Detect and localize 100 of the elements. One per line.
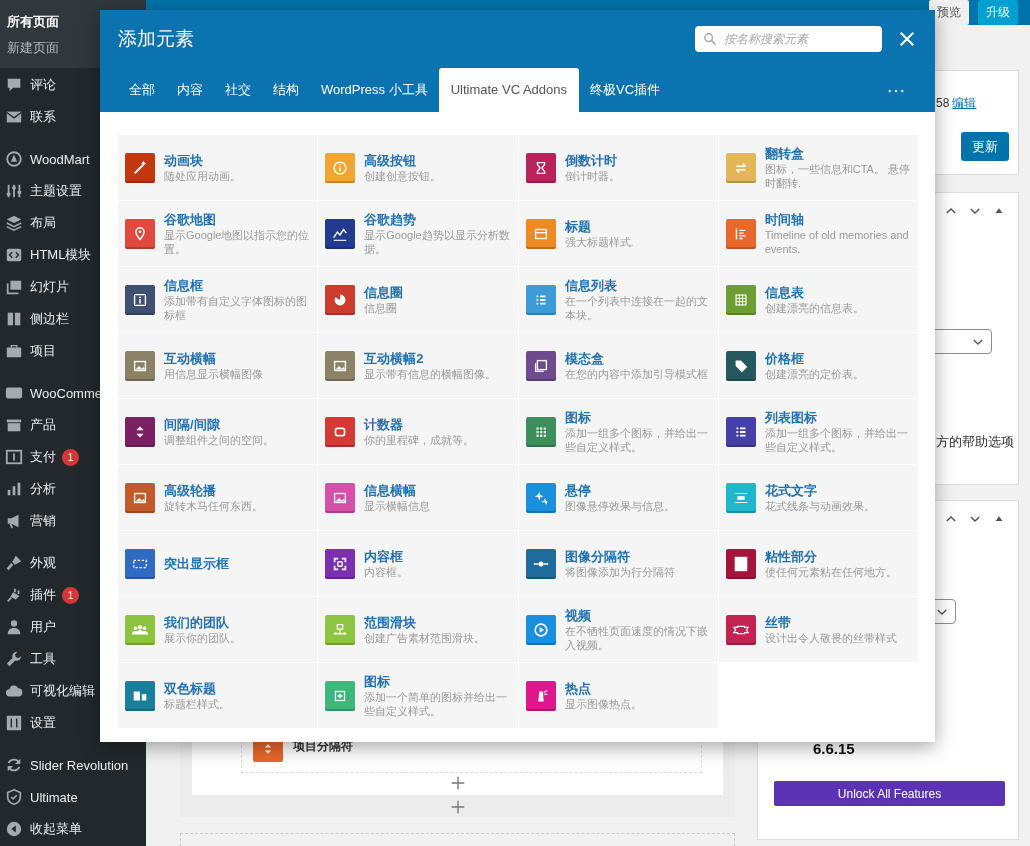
element-tile[interactable]: 谷歌地图 显示Google地图以指示您的位置。 xyxy=(118,201,318,266)
menu-item[interactable]: 侧边栏 xyxy=(30,310,69,328)
element-description: 显示Google地图以指示您的位置。 xyxy=(164,228,311,256)
code-icon[interactable] xyxy=(5,246,23,264)
tab[interactable]: 结构 xyxy=(262,68,310,112)
element-tile[interactable]: 倒数计时 倒计时器。 xyxy=(518,135,718,200)
version-number: 6.6.15 xyxy=(812,739,856,759)
menu-item[interactable]: 外观 xyxy=(30,554,56,572)
plus-icon[interactable] xyxy=(450,800,465,814)
menu-item[interactable]: 项目 xyxy=(30,342,56,360)
menu-item[interactable]: 用户 xyxy=(30,618,56,636)
layers-icon[interactable] xyxy=(5,214,23,232)
bill-icon[interactable] xyxy=(5,448,23,466)
tab[interactable]: 社交 xyxy=(214,68,262,112)
menu-item[interactable]: 幻灯片 xyxy=(30,278,69,296)
upgrade-button[interactable]: 升级 xyxy=(978,0,1018,25)
menu-item[interactable]: 产品 xyxy=(30,416,56,434)
collapse-icon[interactable] xyxy=(5,820,23,838)
element-tile[interactable]: 价格框 创建漂亮的定价表。 xyxy=(718,333,918,398)
shield-icon[interactable] xyxy=(5,788,23,806)
gallery-icon[interactable] xyxy=(5,278,23,296)
count-badge: 1 xyxy=(62,448,79,466)
menu-item[interactable]: 支付 xyxy=(30,448,56,466)
menu-item[interactable]: 布局 xyxy=(30,214,56,232)
element-tile[interactable]: 信息表 创建漂亮的信息表。 xyxy=(718,267,918,332)
element-tile[interactable]: 信息横幅 显示横幅信息 xyxy=(318,465,518,530)
element-tile[interactable]: 信息圈 信息圈 xyxy=(318,267,518,332)
brush-icon[interactable] xyxy=(5,554,23,572)
preview-button[interactable]: 预览 xyxy=(929,0,969,25)
update-button[interactable]: 更新 xyxy=(961,132,1009,161)
person-icon[interactable] xyxy=(5,618,23,636)
menu-item[interactable]: 评论 xyxy=(30,76,56,94)
menu-item[interactable]: 插件 xyxy=(30,586,56,604)
menu-item[interactable]: Ultimate xyxy=(30,789,78,805)
element-tile[interactable]: 互动横幅 用信息显示横幅图像 xyxy=(118,333,318,398)
element-tile[interactable]: 悬停 图像悬停效果与信息。 xyxy=(518,465,718,530)
menu-item[interactable]: WooComme xyxy=(30,385,102,401)
refresh-icon[interactable] xyxy=(5,756,23,774)
element-tile[interactable]: 信息列表 在一个列表中连接在一起的文本块。 xyxy=(518,267,718,332)
element-tile[interactable]: 翻转盒 图标，一些信息和CTA。 悬停时翻转. xyxy=(718,135,918,200)
element-title: 热点 xyxy=(564,680,592,697)
element-tile[interactable]: 谷歌趋势 显示Google趋势以显示分析数据。 xyxy=(318,201,518,266)
menu-item[interactable]: WoodMart xyxy=(30,151,90,167)
menu-item[interactable]: 分析 xyxy=(30,480,56,498)
element-tile[interactable]: 粘性部分 使任何元素粘在任何地方。 xyxy=(718,531,918,596)
more-icon[interactable] xyxy=(887,88,905,94)
element-tile[interactable]: 图像分隔符 将图像添加为行分隔符 xyxy=(518,531,718,596)
plus-icon[interactable] xyxy=(450,776,465,790)
menu-item[interactable]: 收起菜单 xyxy=(30,820,82,838)
close-icon[interactable] xyxy=(898,30,916,48)
unlock-button[interactable]: Unlock All Features xyxy=(774,781,1005,806)
element-title: 动画块 xyxy=(164,152,204,169)
element-tile[interactable]: 热点 显示图像热点。 xyxy=(518,663,718,728)
element-tile[interactable]: 图标 添加一个简单的图标并给出一些自定义样式。 xyxy=(318,663,518,728)
element-description: 显示带有信息的横幅图像。 xyxy=(364,367,497,381)
element-tile[interactable]: 范围滑块 创建广告素材范围滑块。 xyxy=(318,597,518,662)
menu-item[interactable]: 工具 xyxy=(30,650,56,668)
triangle-circle-icon[interactable] xyxy=(5,150,23,168)
element-tile[interactable]: 突出显示框 xyxy=(118,531,318,596)
columns-icon[interactable] xyxy=(5,310,23,328)
bar-chart-icon[interactable] xyxy=(5,480,23,498)
element-tile[interactable]: 时间轴 Timeline of old memories and events. xyxy=(718,201,918,266)
element-tile[interactable]: 花式文字 花式线条与动画效果。 xyxy=(718,465,918,530)
tab[interactable]: 全部 xyxy=(118,68,166,112)
element-tile[interactable]: 我们的团队 展示你的团队。 xyxy=(118,597,318,662)
element-tile[interactable]: 信息框 添加带有自定义字体图标的图标框 xyxy=(118,267,318,332)
menu-item[interactable]: HTML模块 xyxy=(30,246,92,264)
wrench-icon[interactable] xyxy=(5,650,23,668)
menu-item[interactable]: Slider Revolution xyxy=(30,757,129,773)
menu-item[interactable]: 营销 xyxy=(30,512,56,530)
element-title: 图像分隔符 xyxy=(564,548,631,565)
element-tile[interactable]: 间隔/间隙 调整组件之间的空间。 xyxy=(118,399,318,464)
element-title: 信息列表 xyxy=(564,277,618,294)
element-title: 列表图标 xyxy=(764,409,818,426)
menu-item[interactable]: 可视化编辑 xyxy=(30,682,95,700)
tab[interactable]: WordPress 小工具 xyxy=(310,68,439,112)
element-tile[interactable]: 标题 强大标题样式. xyxy=(518,201,718,266)
element-tile[interactable]: 双色标题 标题栏样式。 xyxy=(118,663,318,728)
element-title: 信息圈 xyxy=(364,284,404,301)
menu-item[interactable]: 设置 xyxy=(30,714,56,732)
element-tile[interactable]: 高级按钮 创建创意按钮。 xyxy=(318,135,518,200)
tab[interactable]: 内容 xyxy=(166,68,214,112)
element-tile[interactable]: 丝带 设计出令人敬畏的丝带样式 xyxy=(718,597,918,662)
edit-link[interactable]: 编辑 xyxy=(952,96,977,110)
element-tile[interactable]: 模态盒 在您的内容中添加引导模式框 xyxy=(518,333,718,398)
element-tile[interactable]: 视频 在不牺牲页面速度的情况下嵌入视频。 xyxy=(518,597,718,662)
element-tile[interactable]: 高级轮播 旋转木马任何东西。 xyxy=(118,465,318,530)
briefcase-icon[interactable] xyxy=(5,342,23,360)
element-tile[interactable]: 列表图标 添加一组多个图标，并给出一些自定义样式。 xyxy=(718,399,918,464)
menu-item[interactable]: 联系 xyxy=(30,108,56,126)
sliders-icon[interactable] xyxy=(5,182,23,200)
element-tile[interactable]: 内容框 内容框。 xyxy=(318,531,518,596)
search-field[interactable]: 按名称搜索元素 xyxy=(695,26,882,52)
element-tile[interactable]: 图标 添加一组多个图标，并给出一些自定义样式。 xyxy=(518,399,718,464)
tab[interactable]: 终极VC插件 xyxy=(579,68,672,112)
menu-item[interactable]: 主题设置 xyxy=(30,182,82,200)
element-tile[interactable]: 动画块 随处应用动画。 xyxy=(118,135,318,200)
element-tile[interactable]: 互动横幅2 显示带有信息的横幅图像。 xyxy=(318,333,518,398)
element-tile[interactable]: 计数器 你的里程碑，成就等。 xyxy=(318,399,518,464)
tab[interactable]: Ultimate VC Addons xyxy=(438,68,579,112)
